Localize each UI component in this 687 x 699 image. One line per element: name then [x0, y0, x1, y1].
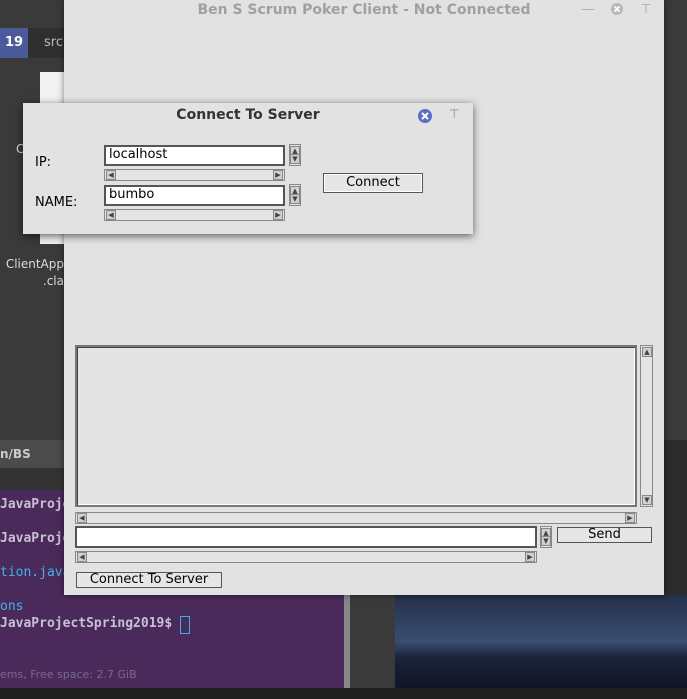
- scroll-left-icon[interactable]: ◀: [106, 210, 116, 220]
- scroll-right-icon[interactable]: ▶: [625, 513, 635, 523]
- ip-horizontal-scrollbar[interactable]: ◀ ▶: [104, 169, 285, 181]
- chat-vertical-scrollbar[interactable]: ▲ ▼: [640, 345, 653, 507]
- scroll-left-icon[interactable]: ◀: [77, 552, 87, 562]
- minimize-icon[interactable]: —: [580, 2, 596, 18]
- editor-tab-src[interactable]: src: [28, 28, 64, 58]
- taskbar: [0, 688, 687, 699]
- spinner-down-icon[interactable]: ▼: [290, 154, 300, 164]
- window-title: Ben S Scrum Poker Client - Not Connected: [197, 2, 531, 18]
- scroll-right-icon[interactable]: ▶: [273, 210, 283, 220]
- ip-input[interactable]: localhost: [104, 145, 285, 166]
- connect-dialog: Connect To Server ⊤ IP: localhost ▲ ▼ ◀ …: [23, 103, 473, 234]
- terminal-line-4: ons: [0, 599, 24, 614]
- scroll-left-icon[interactable]: ◀: [106, 170, 116, 180]
- dialog-pin-icon[interactable]: ⊤: [449, 107, 459, 121]
- file-label[interactable]: ClientApp .cla: [0, 256, 64, 290]
- dialog-title: Connect To Server: [176, 107, 320, 123]
- terminal-line-3: tion.java: [0, 565, 71, 580]
- message-input-spinner[interactable]: ▲ ▼: [540, 526, 552, 548]
- spinner-down-icon[interactable]: ▼: [290, 194, 300, 204]
- connect-button[interactable]: Connect: [323, 173, 423, 193]
- desktop-strip: [350, 595, 395, 699]
- status-text: ems, Free space: 2.7 GiB: [0, 668, 137, 681]
- terminal-cursor: [180, 616, 190, 634]
- scroll-left-icon[interactable]: ◀: [77, 513, 87, 523]
- name-horizontal-scrollbar[interactable]: ◀ ▶: [104, 209, 285, 221]
- close-icon[interactable]: [609, 2, 625, 18]
- name-input[interactable]: bumbo: [104, 185, 285, 206]
- file-label-line1: ClientApp: [5, 257, 64, 271]
- wallpaper-scenery: [395, 595, 687, 699]
- name-label: NAME:: [35, 195, 78, 210]
- pin-icon[interactable]: ⊤: [638, 2, 654, 18]
- chat-horizontal-scrollbar[interactable]: ◀ ▶: [75, 512, 637, 524]
- scroll-up-icon[interactable]: ▲: [642, 347, 652, 357]
- ip-label: IP:: [35, 155, 52, 170]
- chat-text-area[interactable]: [75, 345, 637, 507]
- message-horizontal-scrollbar[interactable]: ◀ ▶: [75, 551, 537, 563]
- editor-tab-active[interactable]: 19: [0, 28, 28, 58]
- message-input[interactable]: [75, 526, 537, 548]
- scroll-right-icon[interactable]: ▶: [273, 170, 283, 180]
- file-label-line2: .cla: [42, 274, 64, 288]
- send-button[interactable]: Send: [557, 527, 652, 543]
- scroll-right-icon[interactable]: ▶: [525, 552, 535, 562]
- terminal-prompt: JavaProjectSpring2019$: [0, 616, 173, 631]
- name-spinner[interactable]: ▲ ▼: [289, 184, 301, 206]
- ip-spinner[interactable]: ▲ ▼: [289, 144, 301, 166]
- scroll-down-icon[interactable]: ▼: [642, 495, 652, 505]
- terminal-line-2: JavaProje: [0, 531, 71, 546]
- path-bar: n/BS STICK: [0, 440, 64, 489]
- main-window: Ben S Scrum Poker Client - Not Connected…: [64, 0, 664, 595]
- connect-to-server-button[interactable]: Connect To Server: [76, 572, 222, 588]
- dialog-close-icon[interactable]: [417, 108, 433, 124]
- terminal-line-1: JavaProje: [0, 497, 71, 512]
- spinner-down-icon[interactable]: ▼: [541, 536, 551, 546]
